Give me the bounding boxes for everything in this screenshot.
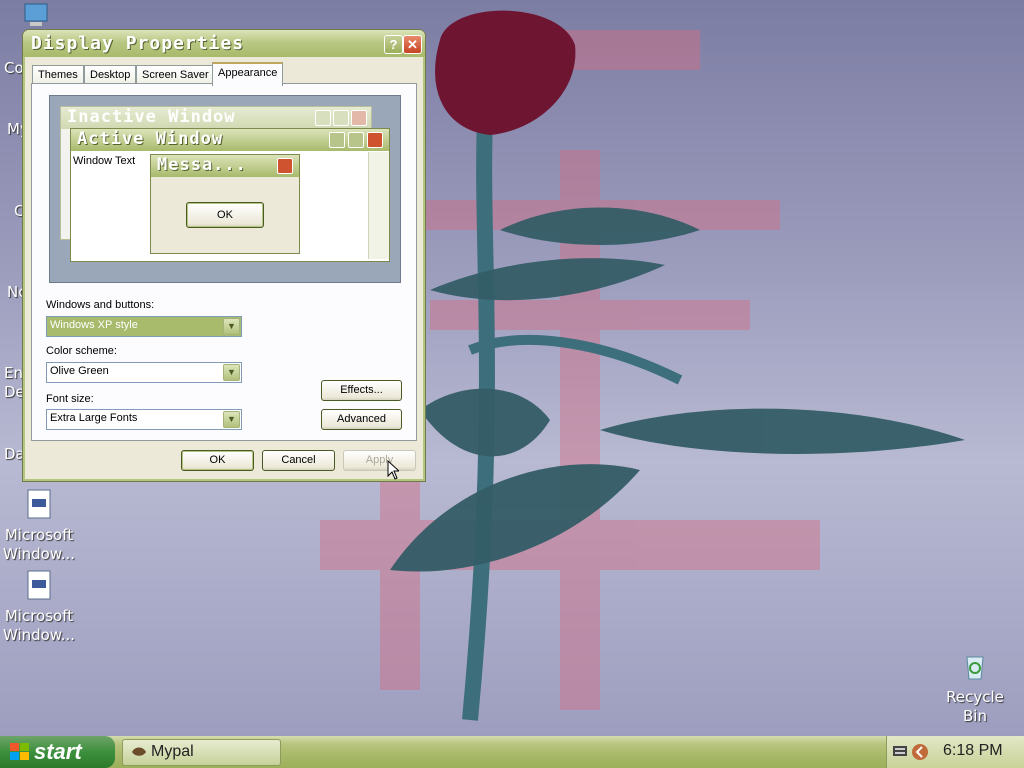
windows-buttons-select[interactable]: Windows XP style ▼ <box>46 316 242 337</box>
color-scheme-select[interactable]: Olive Green ▼ <box>46 362 242 383</box>
my-computer-icon[interactable] <box>22 2 54 30</box>
chevron-down-icon[interactable]: ▼ <box>223 364 240 381</box>
close-icon <box>277 158 293 174</box>
apply-button[interactable]: Apply <box>343 450 416 471</box>
effects-button[interactable]: Effects... <box>321 380 402 401</box>
clock[interactable]: 6:18 PM <box>943 742 1003 760</box>
chevron-down-icon[interactable]: ▼ <box>223 318 240 335</box>
preview-ok-button: OK <box>186 202 264 228</box>
taskbar-item-mypal[interactable]: Mypal <box>122 739 281 766</box>
desktop-icon-microsoft-window-1[interactable]: Microsoft Window... <box>0 489 78 564</box>
help-button[interactable]: ? <box>384 35 403 54</box>
preview-scrollbar <box>368 152 389 259</box>
font-size-value: Extra Large Fonts <box>50 412 138 424</box>
tab-desktop[interactable]: Desktop <box>84 65 137 84</box>
advanced-button[interactable]: Advanced <box>321 409 402 430</box>
cancel-button[interactable]: Cancel <box>262 450 335 471</box>
windows-buttons-value: Windows XP style <box>50 319 138 331</box>
taskbar-item-label: Mypal <box>151 743 194 760</box>
font-size-select[interactable]: Extra Large Fonts ▼ <box>46 409 242 430</box>
document-icon <box>27 570 51 600</box>
chevron-down-icon[interactable]: ▼ <box>223 411 240 428</box>
appearance-panel: Inactive Window Active Window Window Tex… <box>31 83 417 441</box>
preview-message-box: Messa... OK <box>150 154 300 254</box>
window-title: Display Properties <box>31 33 245 54</box>
color-scheme-label: Color scheme: <box>46 345 117 357</box>
appearance-preview: Inactive Window Active Window Window Tex… <box>49 95 401 283</box>
font-size-label: Font size: <box>46 393 94 405</box>
maximize-icon <box>348 132 364 148</box>
close-icon <box>351 110 367 126</box>
keyboard-icon[interactable] <box>893 746 907 756</box>
close-button[interactable]: ✕ <box>403 35 422 54</box>
system-tray: 6:18 PM <box>886 736 1024 768</box>
desktop-icon-label: Microsoft Window... <box>2 526 76 563</box>
tab-appearance[interactable]: Appearance <box>212 62 284 86</box>
ok-button[interactable]: OK <box>181 450 254 471</box>
preview-window-text: Window Text <box>73 155 136 167</box>
desktop-label-fragment[interactable]: Co <box>4 59 24 77</box>
windows-buttons-label: Windows and buttons: <box>46 299 155 311</box>
display-properties-window: Display Properties ? ✕ Themes Desktop Sc… <box>22 29 426 482</box>
mypal-app-icon <box>132 747 146 756</box>
tab-themes[interactable]: Themes <box>32 65 84 84</box>
taskbar: start Mypal 6:18 PM <box>0 736 1024 768</box>
desktop-icon-recycle-bin[interactable]: Recycle Bin <box>936 651 1014 726</box>
title-bar[interactable]: Display Properties ? ✕ <box>23 30 425 57</box>
minimize-icon <box>315 110 331 126</box>
maximize-icon <box>333 110 349 126</box>
color-scheme-value: Olive Green <box>50 365 109 377</box>
start-button[interactable]: start <box>0 736 115 768</box>
close-icon <box>367 132 383 148</box>
desktop-icon-label: Recycle Bin <box>946 688 1004 725</box>
desktop-icon-microsoft-window-2[interactable]: Microsoft Window... <box>0 570 78 645</box>
recycle-bin-icon <box>966 656 984 680</box>
mouse-cursor-icon <box>387 460 399 480</box>
windows-logo-icon <box>10 743 29 760</box>
document-icon <box>27 489 51 519</box>
chevron-left-icon[interactable] <box>911 743 929 761</box>
desktop-label-fragment[interactable]: En <box>4 364 23 382</box>
desktop-icon-label: Microsoft Window... <box>2 607 76 644</box>
start-label: start <box>34 739 82 764</box>
minimize-icon <box>329 132 345 148</box>
tab-screen-saver[interactable]: Screen Saver <box>136 65 215 84</box>
